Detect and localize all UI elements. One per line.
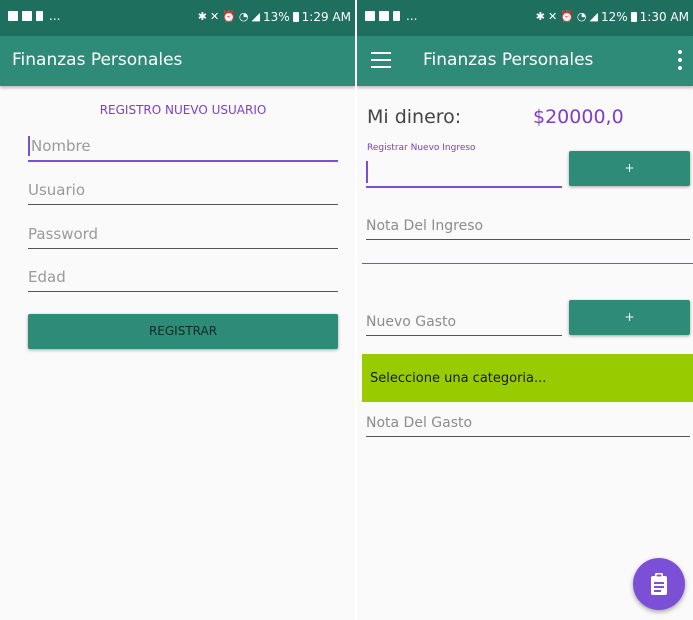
usuario-placeholder: Usuario [28,181,86,199]
wifi-icon: ◔ [238,10,249,23]
category-spinner-text: Seleccione una categoria... [370,371,547,386]
app-bar: Finanzas Personales [357,36,693,86]
password-placeholder: Password [28,225,99,243]
usuario-field[interactable]: Usuario [28,175,338,205]
status-time: 1:29 AM [301,10,351,24]
status-bar: ... ✱ ✕ ⏰ ◔ ◢ 13% 1:29 AM [0,0,355,36]
clipboard-fab-button[interactable] [633,558,685,610]
bluetooth-icon: ✱ [535,10,545,23]
image-notification-icon [22,11,32,21]
alarm-icon: ⏰ [560,10,574,23]
status-time: 1:30 AM [639,10,689,24]
finances-screen: ... ✱ ✕ ⏰ ◔ ◢ 12% 1:30 AM Finanzas Perso… [357,0,693,620]
edad-field[interactable]: Edad [28,262,338,292]
app-title: Finanzas Personales [12,50,183,70]
register-title: REGISTRO NUEVO USUARIO [99,103,267,117]
income-note-field[interactable]: Nota Del Ingreso [366,210,690,240]
overflow-menu-icon[interactable] [677,50,683,70]
image-notification-icon [379,11,389,21]
notification-icon [365,11,375,21]
mute-icon: ✕ [210,10,220,23]
income-label: Registrar Nuevo Ingreso [367,143,476,153]
signal-icon: ◢ [589,10,598,23]
status-bar: ... ✱ ✕ ⏰ ◔ ◢ 12% 1:30 AM [357,0,693,36]
register-button[interactable]: REGISTRAR [28,314,338,349]
battery-icon [630,12,637,22]
password-field[interactable]: Password [28,219,338,249]
wifi-icon: ◔ [576,10,587,23]
income-note-placeholder: Nota Del Ingreso [366,218,484,234]
app-title: Finanzas Personales [423,50,594,70]
text-cursor [366,161,368,183]
clipboard-icon [651,573,667,595]
register-screen: ... ✱ ✕ ⏰ ◔ ◢ 13% 1:29 AM Finanzas Perso… [0,0,355,620]
category-spinner[interactable]: Seleccione una categoria... [362,354,693,402]
more-notifications: ... [406,9,418,23]
notification-icon [8,11,18,21]
nombre-placeholder: Nombre [31,137,91,155]
battery-percent: 13% [263,10,290,24]
expense-placeholder: Nuevo Gasto [366,314,457,330]
expense-note-placeholder: Nota Del Gasto [366,415,473,431]
expense-amount-field[interactable]: Nuevo Gasto [366,305,562,336]
bluetooth-icon: ✱ [197,10,207,23]
hamburger-menu-icon[interactable] [371,52,391,68]
battery-icon [292,12,299,22]
add-income-button[interactable]: + [569,151,690,186]
text-cursor [28,136,30,156]
income-amount-field[interactable] [366,156,562,188]
sim-icon [393,11,400,21]
more-notifications: ... [49,9,61,23]
signal-icon: ◢ [251,10,260,23]
expense-note-field[interactable]: Nota Del Gasto [366,408,690,437]
add-expense-button[interactable]: + [569,300,690,335]
nombre-field[interactable]: Nombre [28,132,338,162]
money-value: $20000,0 [533,106,624,128]
battery-percent: 12% [601,10,628,24]
section-divider [362,263,693,264]
sim-icon [36,11,43,21]
app-bar: Finanzas Personales [0,36,355,86]
alarm-icon: ⏰ [222,10,236,23]
mute-icon: ✕ [548,10,558,23]
edad-placeholder: Edad [28,268,66,286]
money-label: Mi dinero: [367,106,462,128]
